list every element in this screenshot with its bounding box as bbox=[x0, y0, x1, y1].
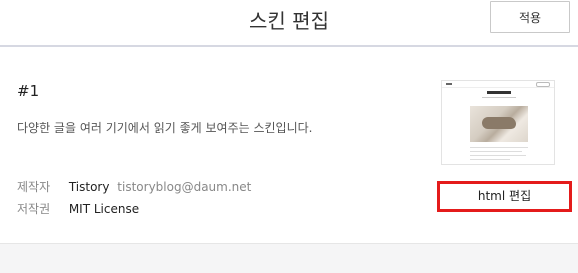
skin-card: #1 다양한 글을 여러 기기에서 읽기 좋게 보여주는 스킨입니다. 제작자 … bbox=[0, 47, 578, 244]
author-row: 제작자 Tistory tistoryblog@daum.net bbox=[17, 178, 251, 195]
html-edit-button[interactable]: html 편집 bbox=[437, 181, 572, 212]
preview-text-line bbox=[470, 147, 528, 148]
license-value: MIT License bbox=[68, 202, 140, 216]
preview-title bbox=[487, 91, 511, 94]
skin-description: 다양한 글을 여러 기기에서 읽기 좋게 보여주는 스킨입니다. bbox=[17, 121, 313, 135]
preview-cat-image bbox=[482, 117, 516, 129]
author-name: Tistory bbox=[68, 180, 110, 194]
preview-logo bbox=[446, 83, 452, 85]
author-email: tistoryblog@daum.net bbox=[117, 180, 252, 194]
skin-number: #1 bbox=[17, 82, 40, 100]
author-label: 제작자 bbox=[17, 180, 51, 194]
apply-button[interactable]: 적용 bbox=[490, 1, 570, 33]
header-bar: 스킨 편집 적용 bbox=[0, 0, 578, 47]
preview-text-line bbox=[470, 159, 510, 160]
skin-preview-thumbnail[interactable] bbox=[441, 80, 555, 165]
preview-text-line bbox=[470, 155, 526, 156]
license-row: 저작권 MIT License bbox=[17, 200, 139, 217]
preview-text-line bbox=[470, 151, 522, 152]
license-label: 저작권 bbox=[17, 202, 51, 216]
preview-button bbox=[536, 82, 550, 87]
preview-subtitle bbox=[482, 97, 516, 98]
